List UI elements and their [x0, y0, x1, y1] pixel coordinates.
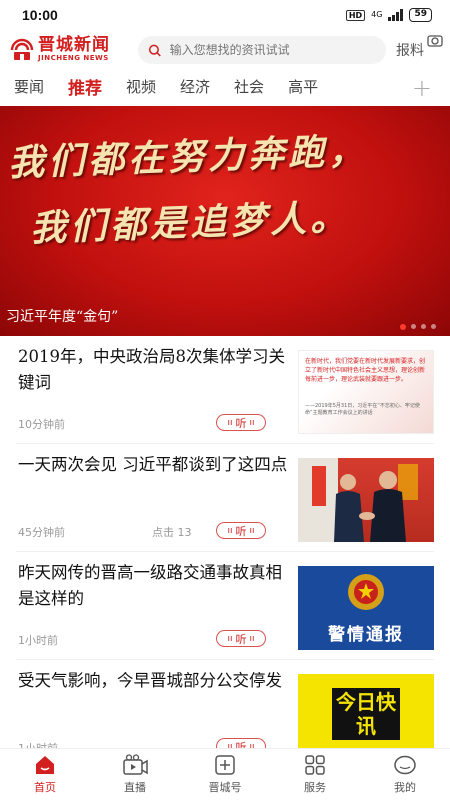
nav-profile[interactable]: 我的 — [370, 754, 440, 795]
handshake-photo — [298, 458, 418, 542]
carousel-dot — [431, 324, 436, 329]
logo-text-cn: 晋城新闻 — [38, 35, 110, 55]
banner-caption: 习近平年度“金句” — [6, 309, 119, 325]
police-badge-icon — [348, 574, 384, 610]
listen-button[interactable]: ıı 听 ıı — [216, 630, 266, 647]
news-time: 45分钟前 — [18, 526, 65, 539]
hd-icon: HD — [345, 9, 366, 21]
listen-label: 听 — [235, 632, 247, 646]
app-screen: 10:00 HD 4G 59 晋城新闻 JINCHENG NEWS 输入您想找的… — [0, 0, 450, 800]
report-label: 报料 — [396, 43, 424, 59]
network-label: 4G — [371, 10, 383, 19]
news-thumbnail: 警情通报 — [298, 566, 434, 650]
tab-recommend[interactable]: 推荐 — [68, 74, 102, 99]
thumbnail-quote: ——2019年5月31日，习近平在“不忘初心、牢记使命”主题教育工作会议上的讲话 — [305, 403, 420, 416]
logo-text-en: JINCHENG NEWS — [38, 54, 109, 62]
news-thumbnail: 今日快讯 — [298, 674, 434, 758]
audio-wave-icon: ıı — [249, 525, 255, 536]
tab-society[interactable]: 社会 — [234, 76, 264, 97]
nav-profile-label: 我的 — [394, 781, 416, 794]
live-video-icon — [123, 754, 148, 775]
battery-icon: 59 — [409, 8, 432, 22]
banner-carousel[interactable]: 我们都在努力奔跑， 我们都是追梦人。 习近平年度“金句” — [0, 106, 450, 336]
banner-line-2: 我们都是追梦人。 — [29, 196, 351, 250]
nav-live-label: 直播 — [124, 781, 146, 794]
listen-button[interactable]: ıı 听 ıı — [216, 414, 266, 431]
nav-jinchenghao-label: 晋城号 — [208, 781, 242, 794]
app-logo: 晋城新闻 JINCHENG NEWS — [10, 37, 128, 63]
home-icon — [36, 756, 54, 774]
carousel-dot — [421, 324, 426, 329]
news-title: 受天气影响，今早晋城部分公交停发 — [18, 671, 282, 690]
news-title: 一天两次会见 习近平都谈到了这四点 — [18, 455, 288, 474]
nav-services[interactable]: 服务 — [280, 754, 350, 795]
logo-icon — [10, 38, 34, 60]
listen-button[interactable]: ıı 听 ıı — [216, 522, 266, 539]
audio-wave-icon: ıı — [249, 417, 255, 428]
nav-home-label: 首页 — [34, 781, 56, 794]
tab-economy[interactable]: 经济 — [180, 76, 210, 97]
bottom-nav: 首页 直播 晋城号 服务 我的 — [0, 748, 450, 800]
thumbnail-text: 今日快讯 — [332, 688, 400, 740]
carousel-indicator — [400, 324, 436, 330]
report-button[interactable]: 报料 — [396, 35, 443, 60]
signal-icon — [388, 9, 404, 21]
channel-tabs: 要闻 推荐 视频 经济 社会 高平 + — [0, 70, 450, 102]
banner-line-1: 我们都在努力奔跑， — [7, 129, 369, 185]
status-time: 10:00 — [22, 7, 58, 23]
search-icon — [148, 44, 161, 57]
thumbnail-text: 警情通报 — [328, 625, 404, 645]
nav-jinchenghao[interactable]: 晋城号 — [190, 754, 260, 795]
app-header: 晋城新闻 JINCHENG NEWS 报料 — [0, 30, 450, 70]
nav-live[interactable]: 直播 — [100, 754, 170, 795]
search-input[interactable] — [169, 43, 376, 57]
tab-gaoping[interactable]: 高平 — [288, 76, 318, 97]
audio-wave-icon: ıı — [227, 417, 233, 428]
status-icons: HD 4G 59 — [345, 8, 432, 22]
status-bar: 10:00 HD 4G 59 — [0, 0, 450, 30]
listen-label: 听 — [235, 524, 247, 538]
carousel-dot — [411, 324, 416, 329]
listen-label: 听 — [235, 416, 247, 430]
news-feed: 2019年，中央政治局8次集体学习关键词 10分钟前 ıı 听 ıı 在新时代，… — [0, 336, 450, 768]
nav-services-label: 服务 — [304, 781, 326, 794]
tab-video[interactable]: 视频 — [126, 76, 156, 97]
news-item[interactable]: 2019年，中央政治局8次集体学习关键词 10分钟前 ıı 听 ıı 在新时代，… — [16, 336, 434, 444]
news-thumbnail: 在新时代，我们党要在新时代发展新要求，创立了新时代中国特色社会主义思想，理论创新… — [298, 350, 434, 434]
click-count: 点击 13 — [152, 526, 192, 539]
camera-icon — [427, 35, 443, 47]
news-thumbnail — [298, 458, 434, 542]
carousel-dot — [400, 324, 406, 330]
news-title: 2019年，中央政治局8次集体学习关键词 — [18, 347, 285, 392]
news-time: 1小时前 — [18, 634, 58, 647]
news-title: 昨天网传的晋高一级路交通事故真相是这样的 — [18, 563, 282, 608]
thumbnail-text: 在新时代，我们党要在新时代发展新要求，创立了新时代中国特色社会主义思想，理论创新… — [305, 358, 426, 383]
add-post-icon — [215, 755, 235, 775]
audio-wave-icon: ıı — [227, 525, 233, 536]
profile-icon — [394, 755, 416, 775]
news-item[interactable]: 一天两次会见 习近平都谈到了这四点 45分钟前 点击 13 ıı 听 ıı — [16, 444, 434, 552]
search-bar[interactable] — [138, 36, 386, 64]
news-time: 10分钟前 — [18, 418, 65, 431]
grid-icon — [305, 755, 325, 775]
tab-yaowen[interactable]: 要闻 — [14, 76, 44, 97]
audio-wave-icon: ıı — [249, 633, 255, 644]
audio-wave-icon: ıı — [227, 633, 233, 644]
news-item[interactable]: 昨天网传的晋高一级路交通事故真相是这样的 1小时前 ıı 听 ıı 警情通报 — [16, 552, 434, 660]
nav-home[interactable]: 首页 — [10, 754, 80, 795]
add-channel-icon[interactable]: + — [412, 74, 432, 102]
